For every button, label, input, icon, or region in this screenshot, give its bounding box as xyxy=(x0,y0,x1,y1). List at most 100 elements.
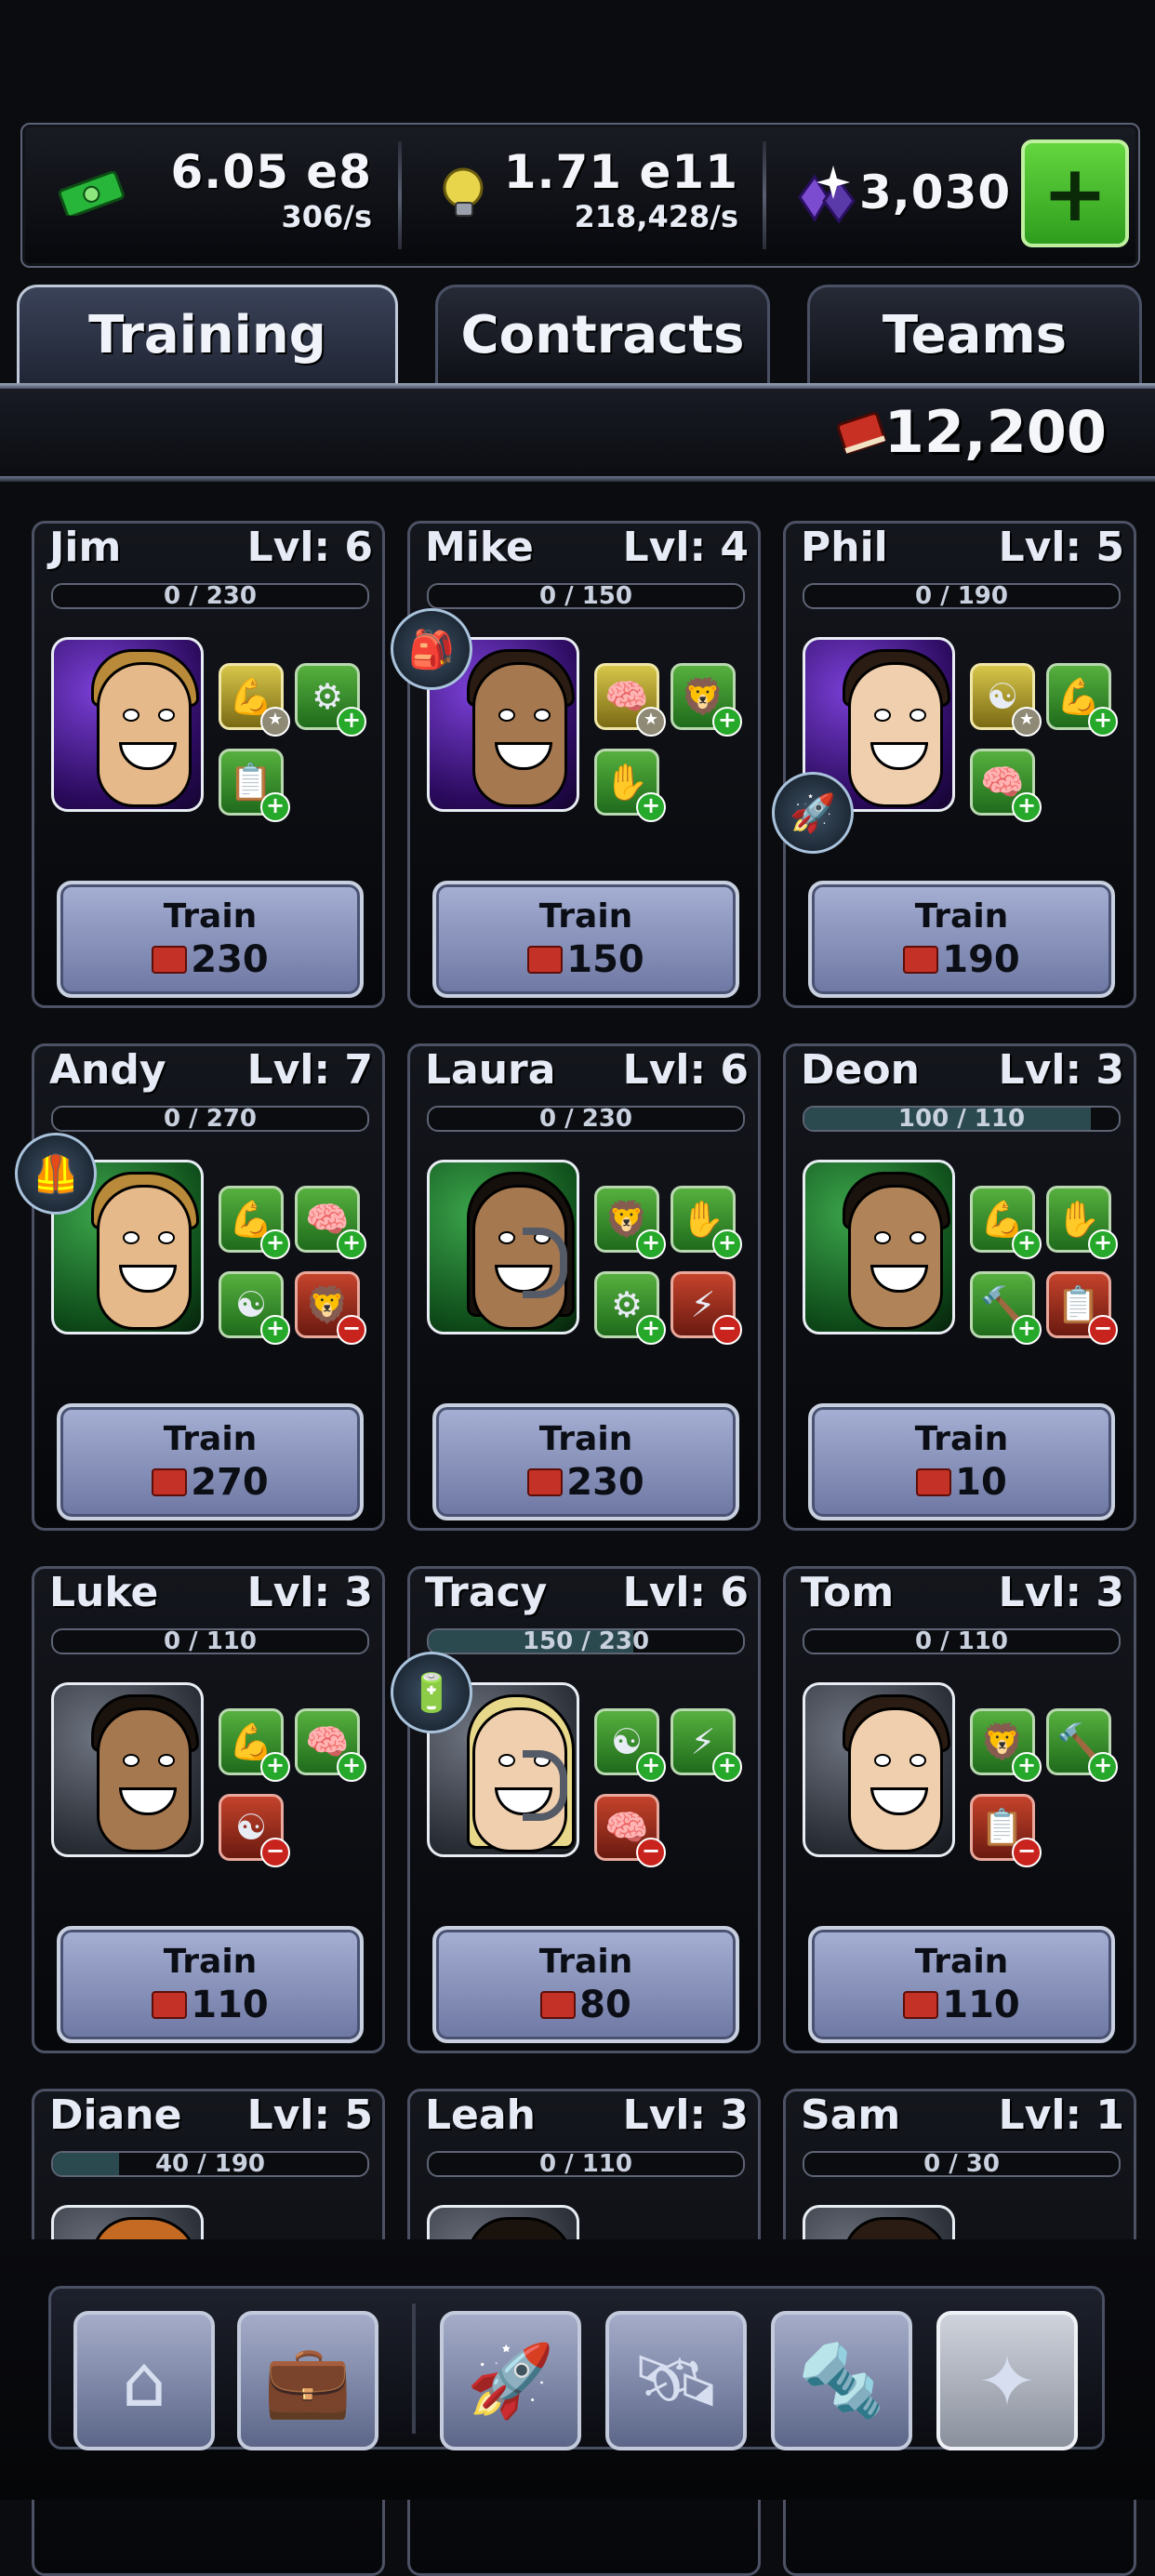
satellite-button[interactable]: 🛰 xyxy=(605,2311,747,2450)
xp-bar: 0 / 110 xyxy=(427,2151,745,2177)
jetpack-booster-icon[interactable]: 🎒 xyxy=(391,608,472,690)
trainee-name: Sam xyxy=(801,2091,901,2139)
brain-skill-icon[interactable]: 🧠 + xyxy=(295,1186,366,1259)
plus-icon: + xyxy=(260,792,290,822)
train-cost-value: 190 xyxy=(942,938,1020,981)
trainee-card-deon: Deon Lvl: 3 100 / 110 💪 + ✋ + 🔨 + 📋 − Train 1… xyxy=(783,1043,1136,1531)
dexterity-skill-icon[interactable]: ✋ + xyxy=(594,749,666,822)
train-label: Train xyxy=(163,1420,258,1458)
train-button[interactable]: Train 230 xyxy=(432,1403,739,1520)
courage-skill-icon[interactable]: 🦁 + xyxy=(670,663,742,737)
crystal-amount: 3,030 xyxy=(859,166,1012,219)
battery-booster-icon[interactable]: 🔋 xyxy=(391,1652,472,1733)
divider xyxy=(412,2304,416,2434)
plus-icon: + xyxy=(636,1315,666,1345)
avatar[interactable] xyxy=(51,637,204,812)
hammer-skill-icon[interactable]: 🔨 + xyxy=(1046,1708,1118,1782)
dexterity-skill-icon[interactable]: ✋ + xyxy=(670,1186,742,1259)
avatar[interactable] xyxy=(51,1682,204,1857)
eye xyxy=(874,709,891,722)
trainee-card-laura: Laura Lvl: 6 0 / 230 🦁 + ✋ + ⚙ + ⚡ − Train 23… xyxy=(407,1043,761,1531)
avatar[interactable] xyxy=(427,1160,579,1334)
brain-skill-icon[interactable]: 🧠 + xyxy=(970,749,1042,822)
plus-icon: + xyxy=(712,1229,742,1259)
trainee-name: Laura xyxy=(425,1046,556,1094)
balance-skill-icon[interactable]: ☯ ★ xyxy=(970,663,1042,737)
trainee-card-phil: Phil Lvl: 5 0 / 190 ☯ ★ 💪 + 🧠 + Train 190 xyxy=(783,521,1136,1008)
plus-icon: + xyxy=(636,1752,666,1782)
trainee-level: Lvl: 3 xyxy=(622,2091,749,2139)
brain-skill-icon[interactable]: 🧠 + xyxy=(295,1708,366,1782)
trainee-card-tom: Tom Lvl: 3 0 / 110 🦁 + 🔨 + 📋 − Train 110 xyxy=(783,1566,1136,2053)
drill-button[interactable]: 🔩 xyxy=(771,2311,912,2450)
intellect-skill-icon[interactable]: ⚙ + xyxy=(295,663,366,737)
energy-skill-icon[interactable]: ⚡ + xyxy=(670,1708,742,1782)
strength-skill-icon[interactable]: 💪 ★ xyxy=(219,663,290,737)
strength-skill-icon[interactable]: 💪 + xyxy=(219,1186,290,1259)
star-icon: ★ xyxy=(1012,707,1042,737)
plus-icon: + xyxy=(712,1752,742,1782)
dexterity-skill-icon[interactable]: ✋ + xyxy=(1046,1186,1118,1259)
train-button[interactable]: Train 230 xyxy=(57,881,364,998)
add-crystals-button[interactable]: + xyxy=(1021,139,1129,247)
avatar[interactable] xyxy=(803,1160,955,1334)
xp-bar: 0 / 110 xyxy=(51,1628,369,1654)
courage-skill-icon[interactable]: 🦁 + xyxy=(594,1186,666,1259)
balance-skill-icon[interactable]: ☯ + xyxy=(219,1271,290,1345)
train-button[interactable]: Train 190 xyxy=(808,881,1115,998)
courage-skill-icon[interactable]: 🦁 − xyxy=(295,1271,366,1345)
xp-bar: 0 / 110 xyxy=(803,1628,1121,1654)
xp-text: 0 / 30 xyxy=(923,2151,1000,2177)
train-button[interactable]: Train 110 xyxy=(808,1926,1115,2043)
intellect-skill-icon[interactable]: ⚙ + xyxy=(594,1271,666,1345)
home-button[interactable]: ⌂ xyxy=(73,2311,215,2450)
trainee-card-jim: Jim Lvl: 6 0 / 230 💪 ★ ⚙ + 📋 + Train 230 xyxy=(32,521,385,1008)
balance-skill-icon[interactable]: ☯ − xyxy=(219,1794,290,1867)
lightbulb-icon xyxy=(435,164,495,223)
planning-skill-icon[interactable]: 📋 − xyxy=(970,1794,1042,1867)
shuriken-button[interactable]: ✦ xyxy=(936,2311,1078,2450)
minus-icon: − xyxy=(260,1838,290,1867)
xp-text: 0 / 110 xyxy=(164,1628,257,1654)
train-button[interactable]: Train 110 xyxy=(57,1926,364,2043)
xp-text: 150 / 230 xyxy=(522,1628,650,1654)
eye xyxy=(158,1754,175,1767)
train-cost: 10 xyxy=(812,1461,1111,1504)
suit-booster-icon[interactable]: 🦺 xyxy=(15,1133,97,1215)
train-button[interactable]: Train 10 xyxy=(808,1403,1115,1520)
planning-skill-icon[interactable]: 📋 + xyxy=(219,749,290,822)
avatar[interactable] xyxy=(803,1682,955,1857)
briefcase-icon: 💼 xyxy=(263,2339,352,2422)
train-cost: 230 xyxy=(436,1461,736,1504)
xp-bar: 0 / 230 xyxy=(427,1106,745,1132)
strength-skill-icon[interactable]: 💪 + xyxy=(219,1708,290,1782)
divider xyxy=(763,141,766,249)
energy-skill-icon[interactable]: ⚡ − xyxy=(670,1271,742,1345)
plus-icon: + xyxy=(1088,1229,1118,1259)
trainee-name: Diane xyxy=(49,2091,182,2139)
trainee-card-tracy: Tracy Lvl: 6 150 / 230 ☯ + ⚡ + 🧠 − Train 80 xyxy=(407,1566,761,2053)
courage-skill-icon[interactable]: 🦁 + xyxy=(970,1708,1042,1782)
book-icon xyxy=(527,946,564,974)
xp-bar: 0 / 190 xyxy=(803,583,1121,609)
plus-icon: + xyxy=(712,707,742,737)
xp-text: 0 / 190 xyxy=(915,583,1008,609)
brain-skill-icon[interactable]: 🧠 − xyxy=(594,1794,666,1867)
rocket-booster-icon[interactable]: 🚀 xyxy=(772,772,854,854)
eye xyxy=(909,709,926,722)
briefcase-button[interactable]: 💼 xyxy=(237,2311,378,2450)
bottom-nav: ⌂ 💼 🚀 🛰 🔩 ✦ xyxy=(48,2286,1105,2450)
train-button[interactable]: Train 150 xyxy=(432,881,739,998)
train-button[interactable]: Train 270 xyxy=(57,1403,364,1520)
strength-skill-icon[interactable]: 💪 + xyxy=(970,1186,1042,1259)
tab-contracts[interactable]: Contracts xyxy=(435,285,770,385)
tab-teams[interactable]: Teams xyxy=(807,285,1142,385)
strength-skill-icon[interactable]: 💪 + xyxy=(1046,663,1118,737)
hammer-skill-icon[interactable]: 🔨 + xyxy=(970,1271,1042,1345)
planning-skill-icon[interactable]: 📋 − xyxy=(1046,1271,1118,1345)
brain-skill-icon[interactable]: 🧠 ★ xyxy=(594,663,666,737)
face xyxy=(848,662,943,807)
train-button[interactable]: Train 80 xyxy=(432,1926,739,2043)
rocket-button[interactable]: 🚀 xyxy=(440,2311,581,2450)
balance-skill-icon[interactable]: ☯ + xyxy=(594,1708,666,1782)
